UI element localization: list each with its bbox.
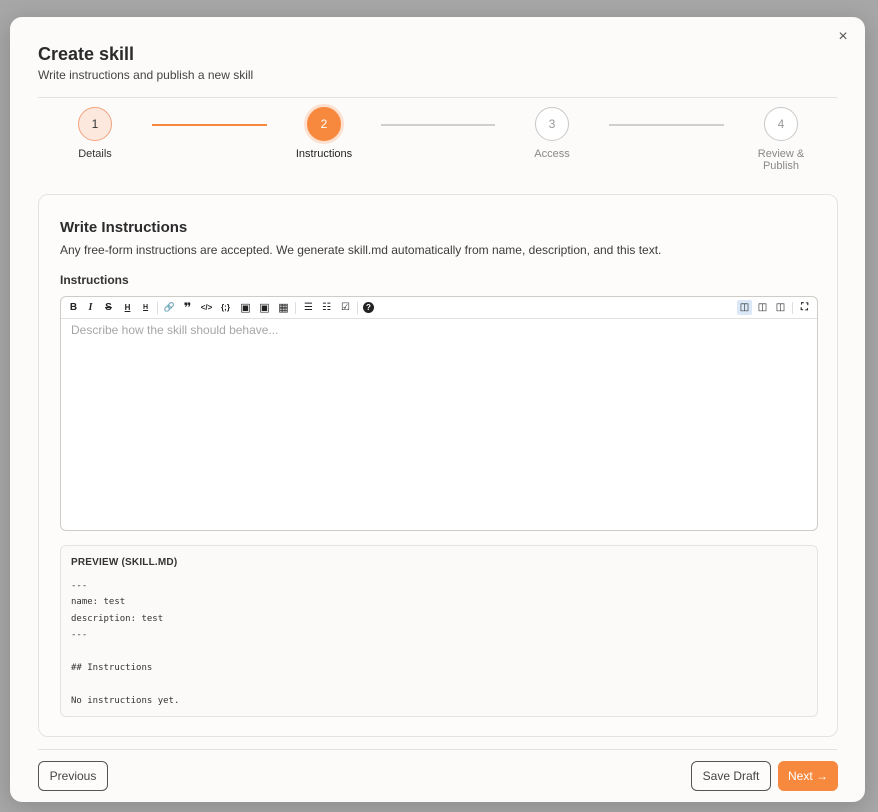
preview-line: description: test xyxy=(71,613,164,624)
editor-toolbar: B I S H H 🔗 ❞ </> {;} ▣ ▣ ▦ ☰ ☷ ☑ ? ◫ ◫ … xyxy=(61,297,817,319)
step-number: 3 xyxy=(535,107,569,141)
side-by-side-icon[interactable]: ◫ xyxy=(737,300,752,315)
skill-preview: PREVIEW (SKILL.MD) --- name: test descript… xyxy=(60,545,818,717)
toolbar-separator xyxy=(357,302,358,314)
comment-icon[interactable]: ▣ xyxy=(238,300,253,315)
instructions-textarea[interactable]: Describe how the skill should behave... xyxy=(71,323,807,337)
code-block-icon[interactable]: {;} xyxy=(218,300,233,315)
step-details[interactable]: 1 Details xyxy=(55,107,135,160)
preview-code: --- name: test description: test --- ## Inst… xyxy=(71,578,179,709)
bullet-list-icon[interactable]: ☰ xyxy=(301,300,316,315)
step-label: Instructions xyxy=(295,148,353,160)
preview-line xyxy=(71,644,179,660)
instructions-label: Instructions xyxy=(60,273,129,287)
toolbar-separator xyxy=(792,302,793,314)
step-connector-3 xyxy=(609,124,724,126)
bold-icon[interactable]: B xyxy=(66,300,81,315)
modal-title: Create skill xyxy=(38,44,135,64)
heading-smaller-icon[interactable]: H xyxy=(138,300,153,315)
link-icon[interactable]: 🔗 xyxy=(162,300,177,315)
preview-line: ## Instructions xyxy=(71,663,153,674)
step-access[interactable]: 3 Access xyxy=(512,107,592,160)
save-draft-button[interactable]: Save Draft xyxy=(691,761,771,791)
card-description: Any free-form instructions are accepted.… xyxy=(60,243,662,257)
step-connector-2 xyxy=(381,124,495,126)
step-number: 1 xyxy=(78,107,112,141)
step-connector-1 xyxy=(152,124,267,126)
toolbar-separator xyxy=(157,302,158,314)
preview-line: --- xyxy=(71,630,88,641)
numbered-list-icon[interactable]: ☷ xyxy=(319,300,334,315)
heading-bigger-icon[interactable]: H xyxy=(120,300,135,315)
step-label: Access xyxy=(534,148,570,160)
task-list-icon[interactable]: ☑ xyxy=(338,300,353,315)
next-button[interactable]: Next → xyxy=(778,761,838,791)
italic-icon[interactable]: I xyxy=(83,300,98,315)
step-instructions[interactable]: 2 Instructions xyxy=(284,107,364,160)
close-icon[interactable]: × xyxy=(833,27,853,47)
toolbar-separator xyxy=(295,302,296,314)
step-number: 4 xyxy=(764,107,798,141)
modal-subtitle: Write instructions and publish a new ski… xyxy=(38,68,254,82)
preview-line xyxy=(71,676,179,692)
preview-line: --- xyxy=(71,581,88,591)
step-label: Review & Publish xyxy=(757,148,805,172)
preview-line: No instructions yet. xyxy=(71,695,180,706)
preview-title: PREVIEW (SKILL.MD) xyxy=(71,557,178,568)
image-icon[interactable]: ▣ xyxy=(257,300,272,315)
step-label: Details xyxy=(78,148,112,160)
columns-icon[interactable]: ◫ xyxy=(773,300,788,315)
divider xyxy=(38,97,837,98)
quote-icon[interactable]: ❞ xyxy=(180,300,195,315)
step-number: 2 xyxy=(307,107,341,141)
instructions-card: Write Instructions Any free-form instruc… xyxy=(38,194,838,737)
table-icon[interactable]: ▦ xyxy=(276,300,291,315)
step-review-publish[interactable]: 4 Review & Publish xyxy=(741,107,821,172)
strikethrough-icon[interactable]: S xyxy=(101,300,116,315)
create-skill-modal: × Create skill Write instructions and pu… xyxy=(10,17,865,802)
code-icon[interactable]: </> xyxy=(199,300,214,315)
preview-icon[interactable]: ◫ xyxy=(755,300,770,315)
help-icon[interactable]: ? xyxy=(363,302,374,313)
previous-button[interactable]: Previous xyxy=(38,761,108,791)
card-title: Write Instructions xyxy=(60,219,188,236)
stepper: 1 Details 2 Instructions 3 Access 4 Revi… xyxy=(38,107,837,177)
divider xyxy=(38,749,837,750)
fullscreen-icon[interactable]: ⛶ xyxy=(797,300,812,315)
preview-line: name: test xyxy=(71,597,126,608)
instructions-editor[interactable]: B I S H H 🔗 ❞ </> {;} ▣ ▣ ▦ ☰ ☷ ☑ ? ◫ ◫ … xyxy=(60,296,818,531)
